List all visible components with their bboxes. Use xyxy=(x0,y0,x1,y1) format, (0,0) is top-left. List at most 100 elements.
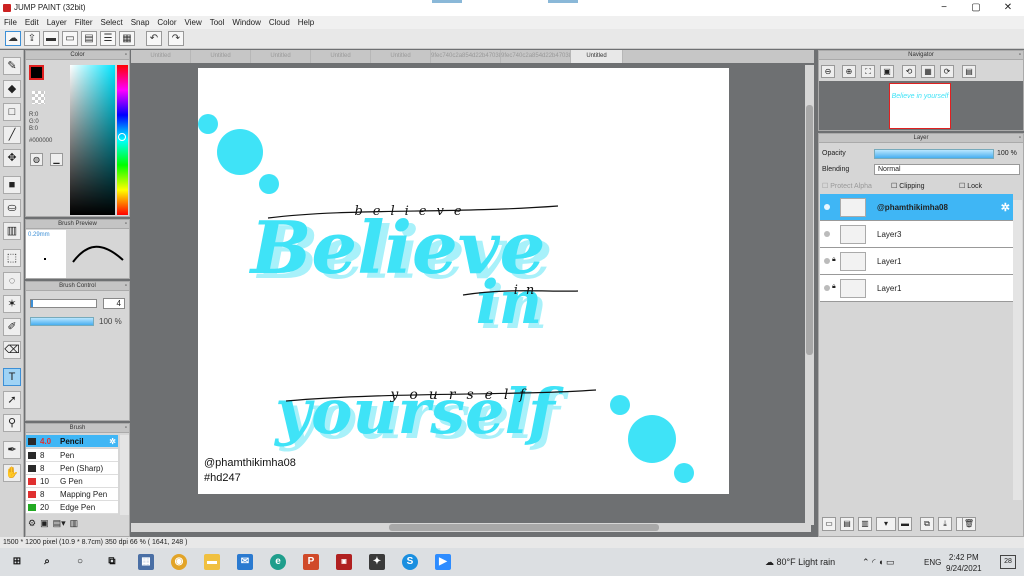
primary-color-swatch[interactable] xyxy=(29,65,44,80)
color-history-icon[interactable]: ▁ xyxy=(50,153,63,166)
layer-row[interactable]: 🔒︎ Layer1 xyxy=(820,248,1013,275)
menu-select[interactable]: Select xyxy=(96,16,126,29)
lasso-tool-icon[interactable]: ◌ xyxy=(3,272,21,290)
brush-item-mapping-pen[interactable]: 8 Mapping Pen xyxy=(26,488,118,501)
layer-row-selected[interactable]: @phamthikimha08 ✲ xyxy=(820,194,1013,221)
select-pen-icon[interactable]: ✐ xyxy=(3,318,21,336)
redo-icon[interactable]: ↷ xyxy=(168,31,184,46)
brush-list-scrollbar[interactable] xyxy=(120,435,129,515)
minimize-button[interactable]: − xyxy=(928,0,960,16)
new-raster-layer-icon[interactable]: ▥ xyxy=(858,517,872,531)
search-icon[interactable]: ⌕ xyxy=(39,554,55,570)
layer-row[interactable]: 🔒︎ Layer1 xyxy=(820,275,1013,302)
notification-icon[interactable]: 28 xyxy=(1000,555,1016,569)
brush-item-g-pen[interactable]: 10 G Pen xyxy=(26,475,118,488)
panel-close-icon[interactable]: ▫ xyxy=(125,282,127,291)
brush-settings-icon[interactable]: ✲ xyxy=(109,435,116,448)
tab-untitled-active[interactable]: Untitled xyxy=(571,50,623,63)
secondary-color-swatch[interactable] xyxy=(32,91,45,104)
saturation-value-picker[interactable] xyxy=(70,65,115,215)
menu-cloud[interactable]: Cloud xyxy=(265,16,294,29)
tab-jpg-2[interactable]: 9fec740c2a854d22b47038e788faa0e1.jpg xyxy=(501,50,571,63)
brush-item-edge-pen[interactable]: 20 Edge Pen xyxy=(26,501,118,514)
panel-close-icon[interactable]: ▫ xyxy=(125,424,127,433)
layer-list-scrollbar[interactable] xyxy=(1013,200,1022,500)
new-folder-icon[interactable]: ▬ xyxy=(898,517,912,531)
visibility-icon[interactable] xyxy=(824,285,830,291)
rotate-right-icon[interactable]: ⟳ xyxy=(940,65,954,78)
menu-window[interactable]: Window xyxy=(228,16,264,29)
menu-view[interactable]: View xyxy=(181,16,206,29)
bucket-tool-icon[interactable]: ⛀ xyxy=(3,199,21,217)
eyedropper-icon[interactable]: ⚲ xyxy=(3,414,21,432)
mail-icon[interactable]: ✉ xyxy=(237,554,253,570)
skype-icon[interactable]: S xyxy=(402,554,418,570)
jump-paint-taskbar-icon[interactable]: ▣ xyxy=(336,554,352,570)
brush-opacity-slider[interactable] xyxy=(30,317,94,326)
brush-item-pen-sharp[interactable]: 8 Pen (Sharp) xyxy=(26,462,118,475)
menu-help[interactable]: Help xyxy=(294,16,318,29)
menu-color[interactable]: Color xyxy=(153,16,180,29)
tab-untitled-2[interactable]: Untitled xyxy=(191,50,251,63)
brush-folder-icon[interactable]: ▣ xyxy=(40,518,49,529)
tab-untitled-1[interactable]: Untitled xyxy=(131,50,191,63)
layer-settings-icon[interactable]: ✲ xyxy=(1001,201,1010,214)
tab-untitled-4[interactable]: Untitled xyxy=(311,50,371,63)
line-tool-icon[interactable]: ╱ xyxy=(3,126,21,144)
list-icon[interactable]: ☰ xyxy=(100,31,116,46)
undo-icon[interactable]: ↶ xyxy=(146,31,162,46)
visibility-icon[interactable] xyxy=(824,204,830,210)
hand-tool-icon[interactable]: ✋ xyxy=(3,464,21,482)
panel-close-icon[interactable]: ▫ xyxy=(125,51,127,60)
language-indicator[interactable]: ENG xyxy=(924,558,941,567)
layer-row[interactable]: Layer3 xyxy=(820,221,1013,248)
menu-snap[interactable]: Snap xyxy=(127,16,154,29)
text-tool-icon[interactable]: T xyxy=(3,368,21,386)
clipping-checkbox[interactable]: ☐ Clipping xyxy=(891,182,925,190)
comment-icon[interactable]: ▬ xyxy=(43,31,59,46)
chrome-icon[interactable]: ◉ xyxy=(171,554,187,570)
cloud-icon[interactable]: ☁ xyxy=(5,31,21,46)
select-rect-icon[interactable]: ⬚ xyxy=(3,249,21,267)
eraser-tool-icon[interactable]: ◆ xyxy=(3,80,21,98)
shape-tool-icon[interactable]: □ xyxy=(3,103,21,121)
task-view-icon[interactable]: ⧉ xyxy=(104,554,120,570)
layer-opacity-slider[interactable] xyxy=(874,149,994,159)
store-icon[interactable]: ▦ xyxy=(138,554,154,570)
magic-wand-icon[interactable]: ✶ xyxy=(3,295,21,313)
rotate-left-icon[interactable]: ⟲ xyxy=(902,65,916,78)
message-icon[interactable]: ▭ xyxy=(62,31,78,46)
brush-delete-icon[interactable]: ▥ xyxy=(70,518,79,529)
panel-close-icon[interactable]: ▫ xyxy=(125,220,127,229)
lock-checkbox[interactable]: ☐ Lock xyxy=(959,182,982,190)
brush-item-pencil[interactable]: 4.0 Pencil ✲ xyxy=(26,435,118,448)
panel-close-icon[interactable]: ▫ xyxy=(1019,134,1021,143)
color-wheel-icon[interactable]: ◍ xyxy=(30,153,43,166)
brush-item-pen[interactable]: 8 Pen xyxy=(26,449,118,462)
new-layer-icon[interactable]: ▭ xyxy=(822,517,836,531)
gradient-tool-icon[interactable]: ▥ xyxy=(3,222,21,240)
brush-size-slider[interactable] xyxy=(30,299,97,308)
zoom-app-icon[interactable]: ▶ xyxy=(435,554,451,570)
zoom-in-icon[interactable]: ⊕ xyxy=(842,65,856,78)
protect-alpha-checkbox[interactable]: ☐ Protect Alpha xyxy=(822,182,872,190)
drawing-canvas[interactable]: Believe Believe in in yourself yourself … xyxy=(198,68,729,494)
delete-layer-icon[interactable]: 🗑︎ xyxy=(962,517,976,531)
system-tray-icons[interactable]: ⌃ ◜ ◖ ▭ xyxy=(862,557,894,568)
panel-close-icon[interactable]: ▫ xyxy=(1019,51,1021,60)
menu-file[interactable]: File xyxy=(0,16,21,29)
brush-tool-icon[interactable]: ✎ xyxy=(3,57,21,75)
share-icon[interactable]: ⇪ xyxy=(24,31,40,46)
canvas-vertical-scrollbar[interactable] xyxy=(805,65,814,525)
add-brush-icon[interactable]: ⚙ xyxy=(28,518,36,529)
select-eraser-icon[interactable]: ⌫ xyxy=(3,341,21,359)
edge-icon[interactable]: e xyxy=(270,554,286,570)
document-icon[interactable]: ▤ xyxy=(81,31,97,46)
copy-layer-icon[interactable]: ⧉ xyxy=(920,517,934,531)
clock[interactable]: 2:42 PM 9/24/2021 xyxy=(946,552,982,574)
powerpoint-icon[interactable]: P xyxy=(303,554,319,570)
settings-icon[interactable]: ▦ xyxy=(119,31,135,46)
operation-tool-icon[interactable]: ➚ xyxy=(3,391,21,409)
tab-untitled-5[interactable]: Untitled xyxy=(371,50,431,63)
weather-widget[interactable]: ☁ 80°F Light rain xyxy=(765,557,835,568)
